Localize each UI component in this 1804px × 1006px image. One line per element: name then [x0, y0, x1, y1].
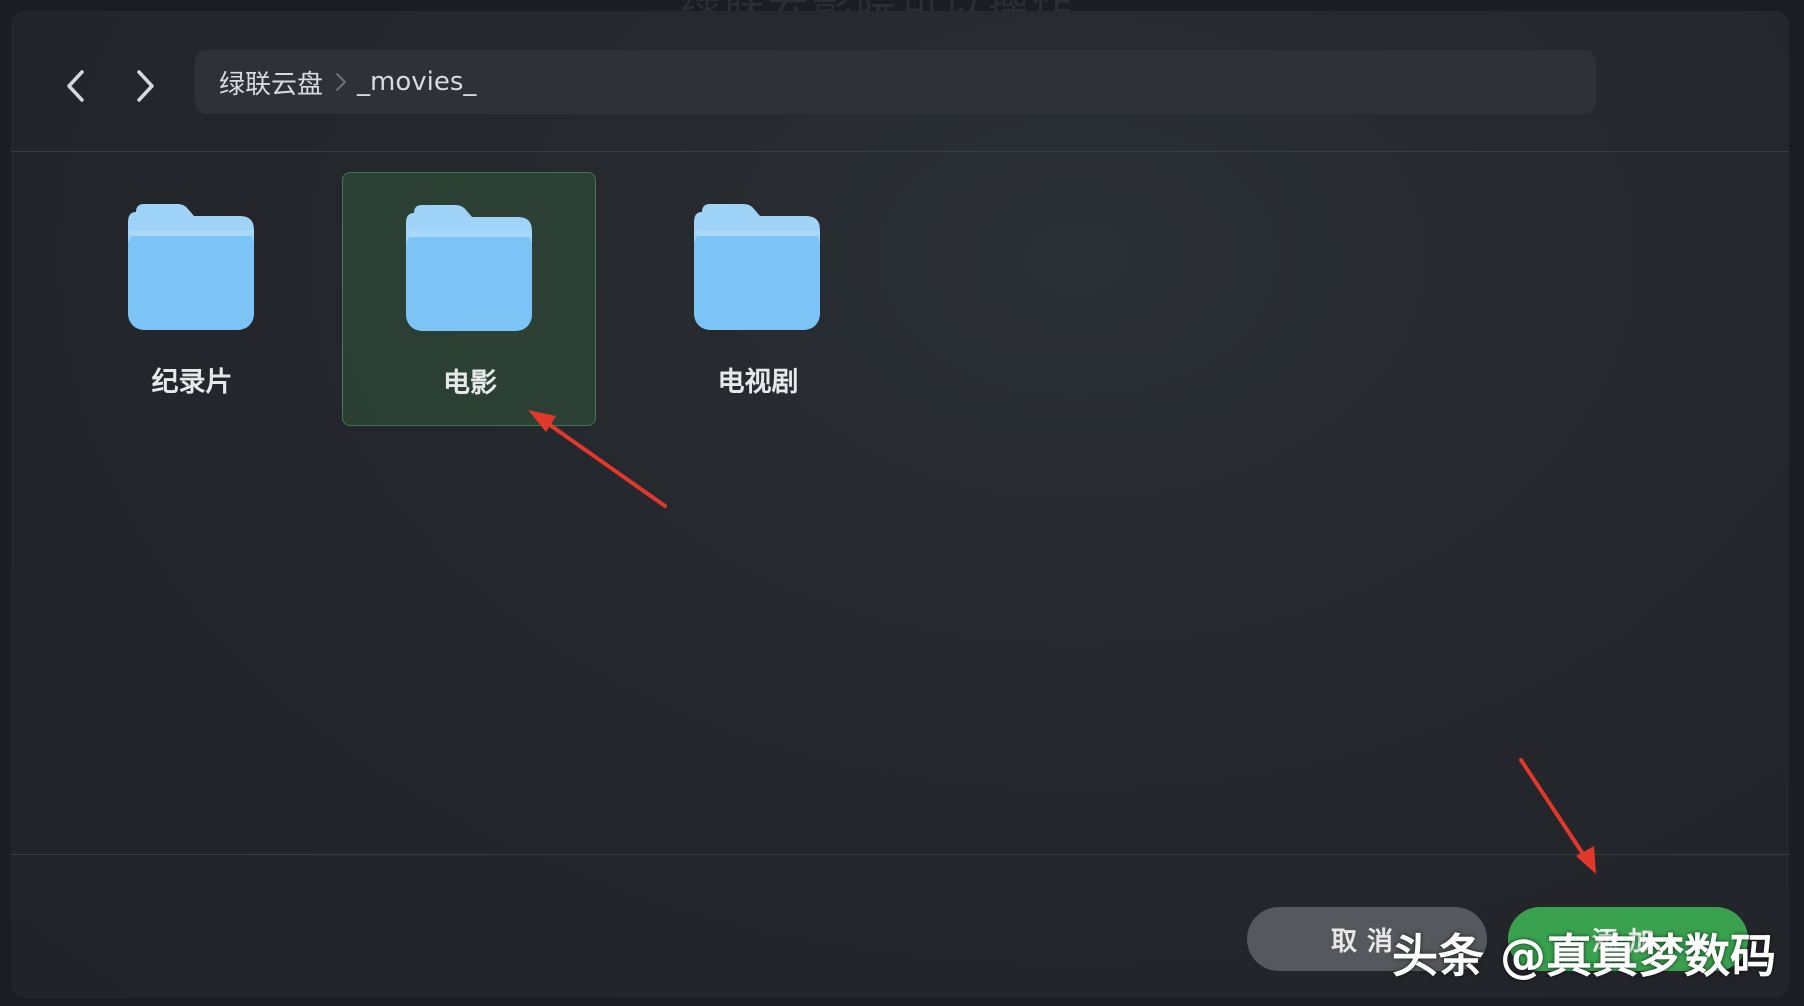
- folder-item-tv-series[interactable]: 电视剧: [631, 172, 885, 426]
- folder-icon: [694, 204, 820, 330]
- folder-grid: 纪录片 电影 电视剧: [11, 152, 1789, 854]
- watermark: 头条 @真真梦数码: [1392, 929, 1777, 983]
- folder-label: 电视剧: [717, 367, 799, 398]
- forward-button[interactable]: [125, 61, 165, 111]
- breadcrumb: 绿联云盘 _movies_: [195, 50, 1596, 114]
- folder-item-movie[interactable]: 电影: [342, 172, 596, 426]
- folder-label: 纪录片: [151, 367, 233, 398]
- breadcrumb-item-root[interactable]: 绿联云盘: [219, 64, 323, 101]
- folder-icon: [406, 205, 532, 331]
- folder-icon: [128, 204, 254, 330]
- folder-item-documentary[interactable]: 纪录片: [65, 172, 319, 426]
- breadcrumb-separator-icon: [335, 71, 347, 93]
- dialog-header: 绿联云盘 _movies_: [11, 11, 1789, 152]
- breadcrumb-item-current[interactable]: _movies_: [357, 67, 476, 97]
- chevron-right-icon: [137, 70, 154, 102]
- chevron-left-icon: [67, 70, 84, 102]
- folder-picker-dialog: 绿联云盘 _movies_ 纪录片 电影 电视剧 取消 添加: [11, 11, 1789, 998]
- folder-label: 电影: [443, 368, 497, 399]
- back-button[interactable]: [56, 61, 96, 111]
